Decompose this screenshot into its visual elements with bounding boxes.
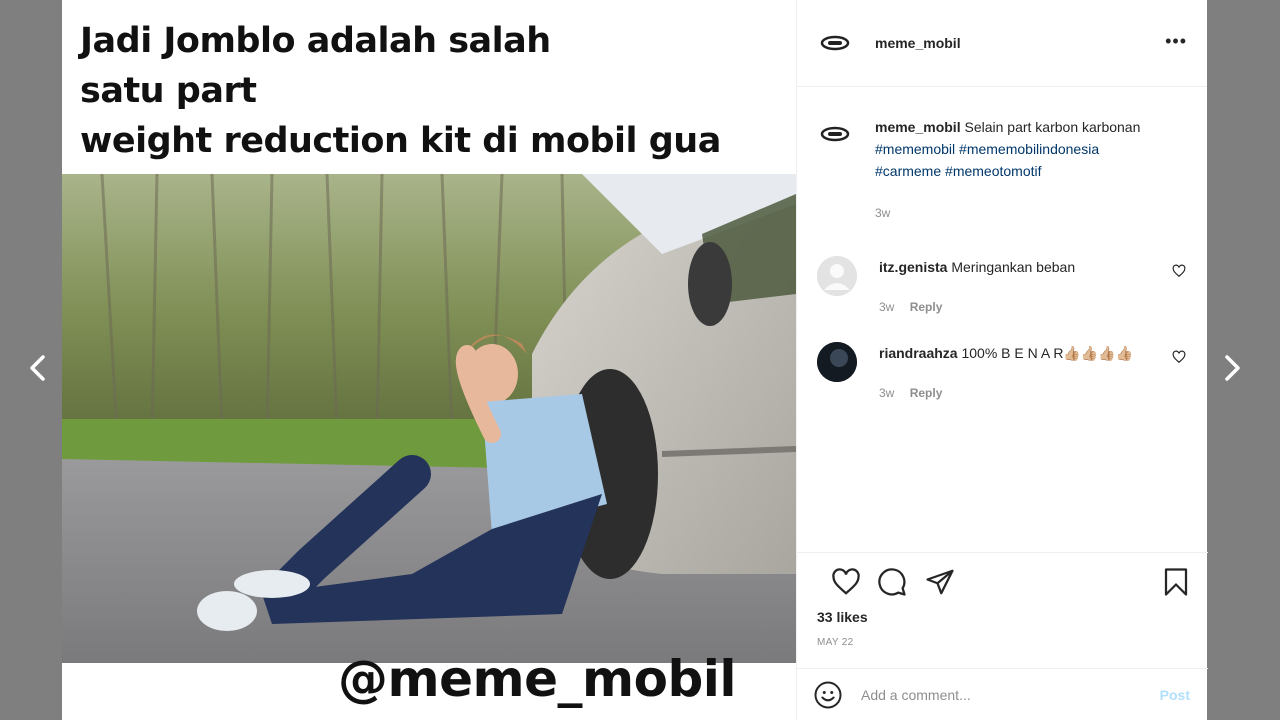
reply-button[interactable]: Reply: [910, 386, 943, 400]
avatar[interactable]: [817, 342, 857, 382]
post-actions: 33 likes MAY 22: [797, 552, 1208, 668]
header-username[interactable]: meme_mobil: [875, 35, 961, 51]
meme-caption: Jadi Jomblo adalah salah satu part weigh…: [80, 16, 721, 166]
caption-time[interactable]: 3w: [875, 206, 890, 220]
hashtag-link[interactable]: #mememobil: [875, 141, 955, 157]
caption-body: meme_mobil Selain part karbon karbonan #…: [875, 116, 1145, 256]
comment-body: itz.genista Meringankan beban 3w Reply: [879, 256, 1149, 342]
post-header: meme_mobil •••: [797, 0, 1207, 87]
man-sitting-by-car-illustration: [62, 174, 796, 663]
chevron-left-icon: [30, 355, 45, 381]
avatar[interactable]: [817, 256, 857, 296]
bookmark-icon[interactable]: [1161, 567, 1191, 597]
add-comment-bar: Post: [797, 668, 1208, 720]
comment-item: riandraahza 100% B E N A R👍🏼👍🏼👍🏼👍🏼 3w Re…: [817, 342, 1188, 442]
meme-caption-line: Jadi Jomblo adalah salah: [80, 21, 551, 61]
post-modal: Jadi Jomblo adalah salah satu part weigh…: [62, 0, 1208, 720]
caption-username[interactable]: meme_mobil: [875, 119, 961, 135]
like-comment-heart-icon[interactable]: [1172, 350, 1186, 364]
post-date[interactable]: MAY 22: [813, 637, 1192, 648]
comment-username[interactable]: itz.genista: [879, 259, 947, 275]
comment-username[interactable]: riandraahza: [879, 345, 958, 361]
meme-photo: [62, 174, 796, 663]
car-logo-icon: [820, 35, 850, 51]
comment-input[interactable]: [861, 686, 1141, 703]
comment-time[interactable]: 3w: [879, 300, 894, 314]
comment-item: itz.genista Meringankan beban 3w Reply: [817, 256, 1188, 342]
hashtag-link[interactable]: #mememobilindonesia: [959, 141, 1099, 157]
likes-count[interactable]: 33 likes: [813, 609, 1192, 625]
like-comment-heart-icon[interactable]: [1172, 264, 1186, 278]
profile-photo-icon: [817, 342, 857, 382]
comment-body: riandraahza 100% B E N A R👍🏼👍🏼👍🏼👍🏼 3w Re…: [879, 342, 1149, 442]
post-side-panel: meme_mobil ••• meme_mobil Selain part ka…: [796, 0, 1208, 720]
avatar[interactable]: [817, 25, 853, 61]
heart-icon[interactable]: [831, 567, 861, 597]
share-icon[interactable]: [925, 567, 955, 597]
meme-watermark: @meme_mobil: [338, 650, 737, 708]
hashtag-link[interactable]: #carmeme: [875, 163, 941, 179]
next-post-arrow[interactable]: [1220, 350, 1244, 386]
comment-meta: 3w Reply: [879, 296, 1149, 318]
post-media[interactable]: Jadi Jomblo adalah salah satu part weigh…: [62, 0, 796, 720]
action-icons-row: [813, 553, 1192, 609]
comment-time[interactable]: 3w: [879, 386, 894, 400]
post-comment-button[interactable]: Post: [1160, 687, 1190, 703]
comments-list[interactable]: meme_mobil Selain part karbon karbonan #…: [797, 88, 1208, 552]
car-logo-icon: [820, 126, 850, 142]
caption-meta: 3w: [875, 202, 1145, 224]
more-options-button[interactable]: •••: [1165, 32, 1187, 50]
hashtag-link[interactable]: #memeotomotif: [945, 163, 1041, 179]
comment-text: Meringankan beban: [951, 259, 1076, 275]
meme-caption-line: satu part: [80, 71, 257, 111]
comment-meta: 3w Reply: [879, 382, 1149, 404]
reply-button[interactable]: Reply: [910, 300, 943, 314]
caption-text: Selain part karbon karbonan: [964, 119, 1141, 135]
emoji-icon[interactable]: [813, 680, 843, 710]
post-caption: meme_mobil Selain part karbon karbonan #…: [817, 116, 1188, 256]
avatar[interactable]: [817, 116, 853, 152]
meme-caption-line: weight reduction kit di mobil gua: [80, 121, 721, 161]
comment-text: 100% B E N A R👍🏼👍🏼👍🏼👍🏼: [961, 345, 1134, 361]
default-avatar-icon: [817, 256, 857, 296]
chevron-right-icon: [1225, 355, 1240, 381]
comment-icon[interactable]: [877, 567, 907, 597]
previous-post-arrow[interactable]: [26, 350, 50, 386]
